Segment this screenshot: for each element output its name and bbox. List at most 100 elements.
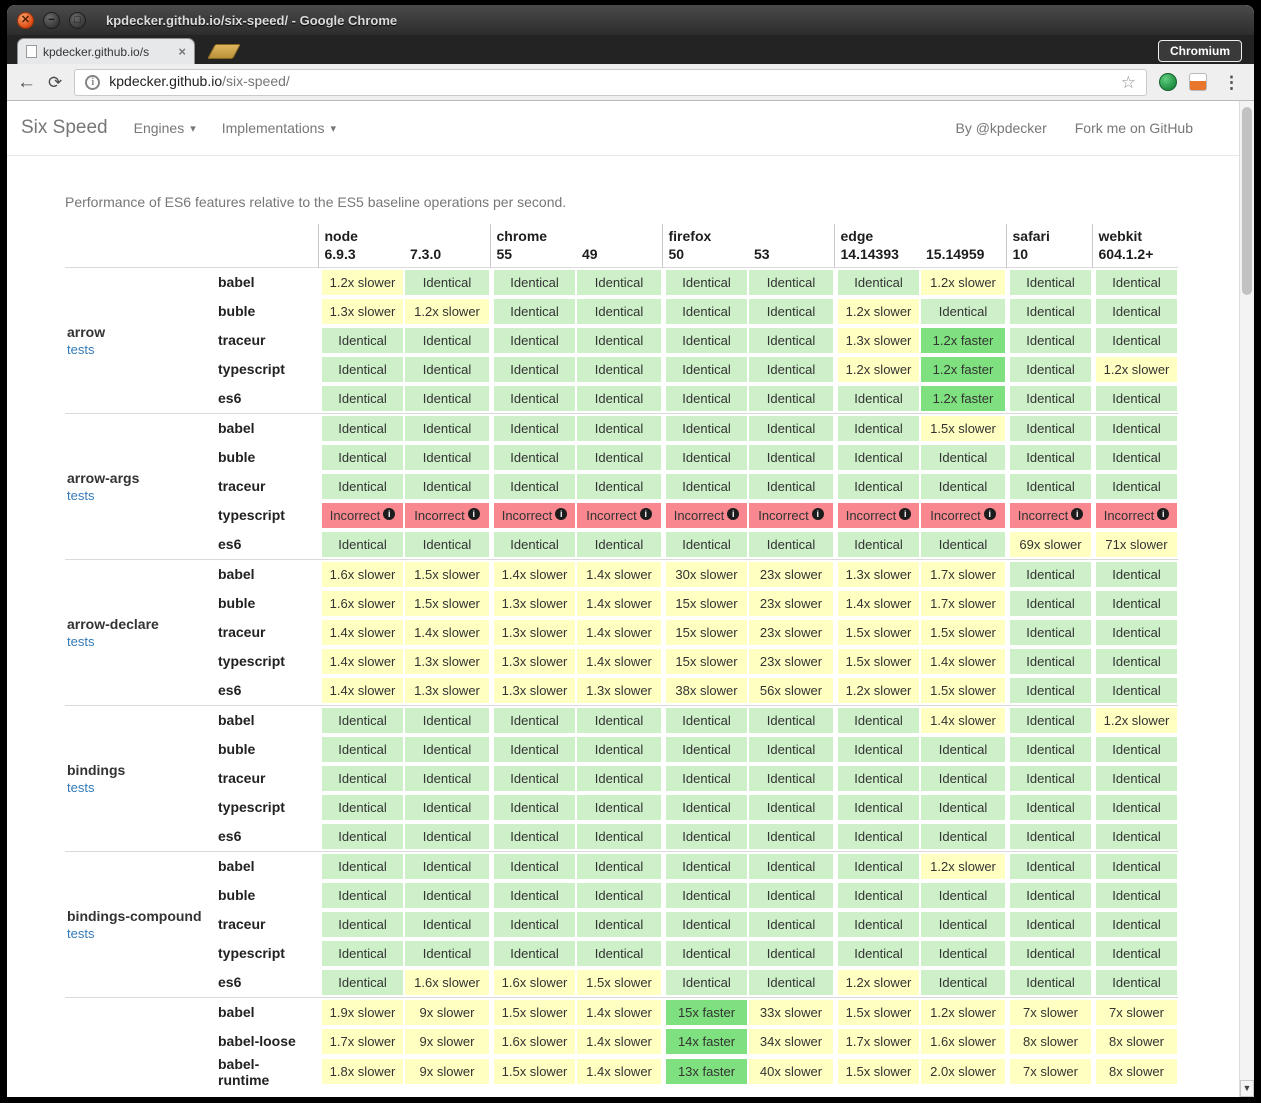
result-cell-slower: 71x slower bbox=[1096, 532, 1177, 557]
extension-orange-icon[interactable] bbox=[1189, 73, 1207, 91]
incorrect-info-icon: i bbox=[984, 508, 996, 520]
result-cell-identical: Identical bbox=[1096, 328, 1177, 353]
result-cell-identical: Identical bbox=[1010, 649, 1091, 674]
result-cell-identical: Identical bbox=[666, 708, 747, 733]
window-minimize-button[interactable]: − bbox=[43, 12, 60, 29]
result-cell-slower: 1.8x slower bbox=[322, 1059, 403, 1084]
extension-green-icon[interactable] bbox=[1159, 73, 1177, 91]
implementation-label: es6 bbox=[218, 968, 318, 998]
result-cell-identical: Identical bbox=[749, 474, 833, 499]
back-icon[interactable]: ← bbox=[17, 73, 36, 92]
result-cell-identical: Identical bbox=[1010, 416, 1091, 441]
result-cell-identical: Identical bbox=[666, 299, 747, 324]
tab-close-icon[interactable]: × bbox=[178, 44, 186, 59]
result-cell-slower: 1.5x slower bbox=[838, 649, 919, 674]
result-cell-slower: 1.4x slower bbox=[322, 649, 403, 674]
benchmark-row: babel-runtime1.8x slower9x slower1.5x sl… bbox=[65, 1056, 1178, 1088]
benchmark-row: es6IdenticalIdenticalIdenticalIdenticalI… bbox=[65, 822, 1178, 852]
result-cell-identical: Identical bbox=[921, 795, 1005, 820]
result-cell-identical: Identical bbox=[1096, 824, 1177, 849]
reload-icon[interactable]: ⟳ bbox=[48, 74, 62, 91]
result-cell-slower: 7x slower bbox=[1096, 1000, 1177, 1025]
result-cell-slower: 1.2x slower bbox=[921, 1000, 1005, 1025]
benchmark-row: typescriptIdenticalIdenticalIdenticalIde… bbox=[65, 793, 1178, 822]
page-info-icon[interactable]: i bbox=[85, 75, 100, 90]
result-cell-identical: Identical bbox=[577, 912, 661, 937]
result-cell-slower: 1.6x slower bbox=[322, 591, 403, 616]
url-text: kpdecker.github.io/six-speed/ bbox=[109, 73, 290, 91]
result-cell-slower: 1.5x slower bbox=[494, 1059, 575, 1084]
result-cell-identical: Identical bbox=[405, 416, 489, 441]
engine-header-safari: safari bbox=[1006, 224, 1092, 245]
benchmark-row: typescriptIdenticalIdenticalIdenticalIde… bbox=[65, 355, 1178, 384]
engine-header-webkit: webkit bbox=[1092, 224, 1178, 245]
result-cell-slower: 1.5x slower bbox=[405, 591, 489, 616]
window-maximize-button[interactable]: □ bbox=[69, 12, 86, 29]
tests-link[interactable]: tests bbox=[67, 926, 94, 941]
result-cell-identical: Identical bbox=[838, 416, 919, 441]
tests-link[interactable]: tests bbox=[67, 634, 94, 649]
address-bar[interactable]: i kpdecker.github.io/six-speed/ ☆ bbox=[74, 69, 1147, 96]
nav-menu-engines[interactable]: Engines ▾ bbox=[134, 120, 196, 136]
new-tab-button[interactable] bbox=[207, 44, 241, 59]
nav-menu-implementations[interactable]: Implementations ▾ bbox=[222, 120, 336, 136]
fork-github-link[interactable]: Fork me on GitHub bbox=[1075, 120, 1193, 136]
site-brand[interactable]: Six Speed bbox=[21, 117, 108, 139]
result-cell-identical: Identical bbox=[749, 824, 833, 849]
window-close-button[interactable]: ✕ bbox=[17, 12, 34, 29]
result-cell-identical: Identical bbox=[1010, 708, 1091, 733]
result-cell-slower: 15x slower bbox=[666, 591, 747, 616]
result-cell-identical: Identical bbox=[749, 532, 833, 557]
result-cell-slower: 1.5x slower bbox=[838, 1059, 919, 1084]
implementation-label: typescript bbox=[218, 793, 318, 822]
implementation-label: babel bbox=[218, 267, 318, 297]
result-cell-identical: Identical bbox=[577, 416, 661, 441]
engine-version: 10 bbox=[1006, 245, 1092, 267]
result-cell-identical: Identical bbox=[666, 416, 747, 441]
tests-link[interactable]: tests bbox=[67, 780, 94, 795]
result-cell-identical: Identical bbox=[405, 824, 489, 849]
benchmark-row: bubleIdenticalIdenticalIdenticalIdentica… bbox=[65, 735, 1178, 764]
result-cell-identical: Identical bbox=[322, 766, 403, 791]
tests-link[interactable]: tests bbox=[67, 342, 94, 357]
result-cell-slower: 1.4x slower bbox=[838, 591, 919, 616]
result-cell-slower: 1.4x slower bbox=[921, 649, 1005, 674]
implementation-label: typescript bbox=[218, 501, 318, 530]
nav-menu-engines-label: Engines bbox=[134, 120, 185, 136]
implementation-label: babel bbox=[218, 413, 318, 443]
feature-name: bindings bbox=[67, 762, 208, 778]
page-scrollbar[interactable]: ▼ bbox=[1239, 101, 1254, 1097]
result-cell-slower: 1.6x slower bbox=[921, 1029, 1005, 1054]
result-cell-slower: 56x slower bbox=[749, 678, 833, 703]
result-cell-identical: Identical bbox=[322, 386, 403, 411]
result-cell-identical: Identical bbox=[749, 970, 833, 995]
result-cell-identical: Identical bbox=[749, 737, 833, 762]
result-cell-slower: 1.5x slower bbox=[921, 416, 1005, 441]
implementation-label: traceur bbox=[218, 910, 318, 939]
result-cell-identical: Identical bbox=[838, 474, 919, 499]
browser-menu-icon[interactable]: ⋮ bbox=[1219, 74, 1244, 91]
result-cell-identical: Identical bbox=[838, 445, 919, 470]
result-cell-identical: Identical bbox=[1010, 678, 1091, 703]
result-cell-identical: Identical bbox=[405, 474, 489, 499]
result-cell-incorrect: Incorrecti bbox=[749, 503, 833, 528]
result-cell-identical: Identical bbox=[1010, 854, 1091, 879]
result-cell-slower: 1.5x slower bbox=[921, 620, 1005, 645]
result-cell-identical: Identical bbox=[322, 708, 403, 733]
scrollbar-down-icon[interactable]: ▼ bbox=[1240, 1080, 1254, 1097]
incorrect-info-icon: i bbox=[812, 508, 824, 520]
result-cell-identical: Identical bbox=[577, 270, 661, 295]
result-cell-identical: Identical bbox=[577, 883, 661, 908]
browser-tab[interactable]: kpdecker.github.io/s × bbox=[17, 38, 195, 64]
result-cell-identical: Identical bbox=[921, 824, 1005, 849]
tests-link[interactable]: tests bbox=[67, 488, 94, 503]
bookmark-star-icon[interactable]: ☆ bbox=[1121, 74, 1136, 91]
result-cell-identical: Identical bbox=[577, 854, 661, 879]
by-kpdecker-link[interactable]: By @kpdecker bbox=[955, 120, 1046, 136]
result-cell-identical: Identical bbox=[405, 270, 489, 295]
result-cell-identical: Identical bbox=[1096, 737, 1177, 762]
page-description: Performance of ES6 features relative to … bbox=[65, 194, 1239, 210]
result-cell-slower: 1.4x slower bbox=[577, 591, 661, 616]
scrollbar-thumb[interactable] bbox=[1242, 107, 1252, 295]
result-cell-slower: 38x slower bbox=[666, 678, 747, 703]
